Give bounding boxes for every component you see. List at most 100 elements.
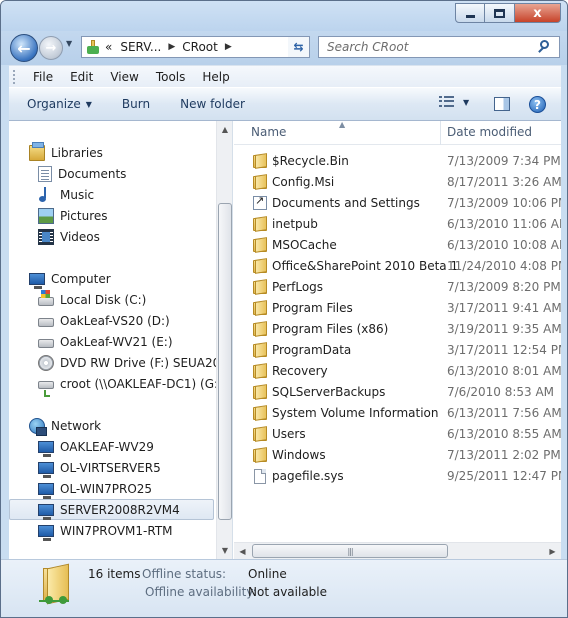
preview-pane-icon[interactable] <box>494 97 510 111</box>
file-row[interactable]: Documents and Settings 7/13/2009 10:06 PM <box>234 193 561 214</box>
burn-button[interactable]: Burn <box>113 97 159 111</box>
file-row[interactable]: PerfLogs 7/13/2009 8:20 PM <box>234 277 561 298</box>
recent-pages-dropdown[interactable]: ▼ <box>66 39 72 48</box>
breadcrumb-separator-icon[interactable]: ▶ <box>222 42 235 52</box>
file-date-modified: 6/13/2010 10:08 AM <box>447 238 561 252</box>
file-row[interactable]: $Recycle.Bin 7/13/2009 7:34 PM <box>234 151 561 172</box>
file-row[interactable]: Program Files 3/17/2011 9:41 AM <box>234 298 561 319</box>
menu-help[interactable]: Help <box>193 70 237 84</box>
menu-edit[interactable]: Edit <box>61 70 101 84</box>
nav-videos[interactable]: Videos <box>38 226 100 247</box>
file-row[interactable]: Config.Msi 8/17/2011 3:26 AM <box>234 172 561 193</box>
close-button[interactable]: x <box>515 3 561 23</box>
nav-local-disk-c[interactable]: Local Disk (C:) <box>38 289 146 310</box>
file-row-icon <box>253 237 269 253</box>
scroll-right-icon[interactable]: ▶ <box>544 543 561 559</box>
file-name: Office&SharePoint 2010 Beta 1 <box>272 259 459 273</box>
file-date-modified: 7/6/2010 8:53 AM <box>447 385 555 399</box>
file-row[interactable]: inetpub 6/13/2010 11:06 AM <box>234 214 561 235</box>
file-row-icon <box>253 258 269 274</box>
search-input[interactable]: Search CRoot <box>319 40 535 54</box>
nav-network-computer[interactable]: WIN7PROVM1-RTM <box>38 520 173 541</box>
nav-dvd-drive-f[interactable]: DVD RW Drive (F:) SEUA2007 <box>38 352 232 373</box>
new-folder-button[interactable]: New folder <box>171 97 254 111</box>
nav-music[interactable]: Music <box>38 184 94 205</box>
breadcrumb-croot[interactable]: CRoot <box>178 40 222 54</box>
nav-libraries[interactable]: Libraries <box>29 141 103 163</box>
menu-file[interactable]: File <box>24 70 61 84</box>
maximize-button[interactable] <box>485 3 515 23</box>
folder-icon <box>253 405 269 421</box>
nav-drive-e[interactable]: OakLeaf-WV21 (E:) <box>38 331 173 352</box>
nav-drive-d[interactable]: OakLeaf-VS20 (D:) <box>38 310 170 331</box>
disk-drive-icon <box>38 318 54 327</box>
forward-button[interactable]: → <box>39 36 63 60</box>
refresh-button[interactable]: ⇆ <box>288 36 310 58</box>
column-header-date-modified[interactable]: Date modified <box>447 125 532 139</box>
scrollbar-thumb[interactable]: ||| <box>252 544 448 558</box>
change-view-button[interactable]: ▼ <box>439 96 469 108</box>
folder-icon <box>253 237 269 253</box>
dvd-drive-icon <box>38 354 54 371</box>
column-divider[interactable] <box>440 121 441 145</box>
network-computer-icon <box>38 504 54 520</box>
file-date-modified: 6/13/2011 7:56 AM <box>447 406 561 420</box>
scroll-left-icon[interactable]: ◀ <box>234 543 251 559</box>
file-name: SQLServerBackups <box>272 385 386 399</box>
address-bar[interactable]: « SERV... ▶ CRoot ▶ ▼ <box>81 36 310 58</box>
nav-network[interactable]: Network <box>29 415 101 436</box>
breadcrumb-overflow[interactable]: « <box>101 40 116 54</box>
chevron-down-icon[interactable]: ▼ <box>463 98 469 107</box>
file-date-modified: 7/13/2011 2:02 PM <box>447 448 561 462</box>
breadcrumb-separator-icon[interactable]: ▶ <box>165 42 178 52</box>
file-row[interactable]: pagefile.sys 9/25/2011 12:47 PM <box>234 466 561 487</box>
breadcrumb-server[interactable]: SERV... <box>116 40 165 54</box>
new-folder-label: New folder <box>180 97 245 111</box>
network-folder-icon <box>85 40 101 54</box>
file-row[interactable]: Users 6/13/2010 8:55 AM <box>234 424 561 445</box>
file-row[interactable]: Office&SharePoint 2010 Beta 1 11/24/2010 … <box>234 256 561 277</box>
menu-view[interactable]: View <box>101 70 146 84</box>
search-icon[interactable] <box>535 37 555 57</box>
scroll-down-icon[interactable]: ▼ <box>217 542 232 559</box>
nav-documents[interactable]: Documents <box>38 163 126 184</box>
file-icon <box>254 469 266 484</box>
file-row[interactable]: MSOCache 6/13/2010 10:08 AM <box>234 235 561 256</box>
file-row-icon <box>253 426 269 442</box>
file-row[interactable]: Windows 7/13/2011 2:02 PM <box>234 445 561 466</box>
nav-network-computer[interactable]: OAKLEAF-WV29 <box>38 436 154 457</box>
file-row[interactable]: Recovery 6/13/2010 8:01 AM <box>234 361 561 382</box>
menu-tools[interactable]: Tools <box>147 70 194 84</box>
file-row[interactable]: Program Files (x86) 3/19/2011 9:35 AM <box>234 319 561 340</box>
file-list-scrollbar[interactable]: ◀ ||| ▶ <box>234 542 561 559</box>
folder-icon <box>253 447 269 463</box>
close-icon: x <box>533 5 542 21</box>
help-icon[interactable]: ? <box>529 96 546 113</box>
nav-pictures[interactable]: Pictures <box>38 205 108 226</box>
scrollbar-thumb[interactable] <box>218 203 232 520</box>
search-box[interactable]: Search CRoot <box>318 36 560 58</box>
file-row[interactable]: SQLServerBackups 7/6/2010 8:53 AM <box>234 382 561 403</box>
file-row[interactable]: ProgramData 3/17/2011 12:54 PM <box>234 340 561 361</box>
column-header-name[interactable]: Name <box>251 125 286 139</box>
sort-ascending-icon: ▲ <box>339 121 346 129</box>
file-row-icon <box>253 321 269 337</box>
navigation-pane: Libraries Documents Music Pictures Video… <box>9 121 233 559</box>
offline-status-label: Offline status: <box>142 567 227 581</box>
nav-network-computer-selected[interactable]: SERVER2008R2VM4 <box>9 499 214 520</box>
scroll-up-icon[interactable]: ▲ <box>217 121 232 138</box>
nav-network-drive-g[interactable]: croot (\\OAKLEAF-DC1) (G:) <box>38 373 223 397</box>
nav-computer[interactable]: Computer <box>29 268 111 289</box>
organize-button[interactable]: Organize ▼ <box>18 97 101 111</box>
nav-pane-scrollbar[interactable]: ▲ ▼ <box>216 121 232 559</box>
minimize-button[interactable] <box>455 3 485 23</box>
nav-network-computer[interactable]: OL-WIN7PRO25 <box>38 478 152 499</box>
file-name: $Recycle.Bin <box>272 154 349 168</box>
back-button[interactable]: ← <box>10 34 38 62</box>
title-bar: x <box>1 1 567 31</box>
nav-network-computer[interactable]: OL-VIRTSERVER5 <box>38 457 161 478</box>
file-row[interactable]: System Volume Information 6/13/2011 7:56 … <box>234 403 561 424</box>
back-arrow-icon: ← <box>17 38 31 58</box>
file-date-modified: 3/17/2011 12:54 PM <box>447 343 561 357</box>
network-computer-icon <box>38 441 54 457</box>
